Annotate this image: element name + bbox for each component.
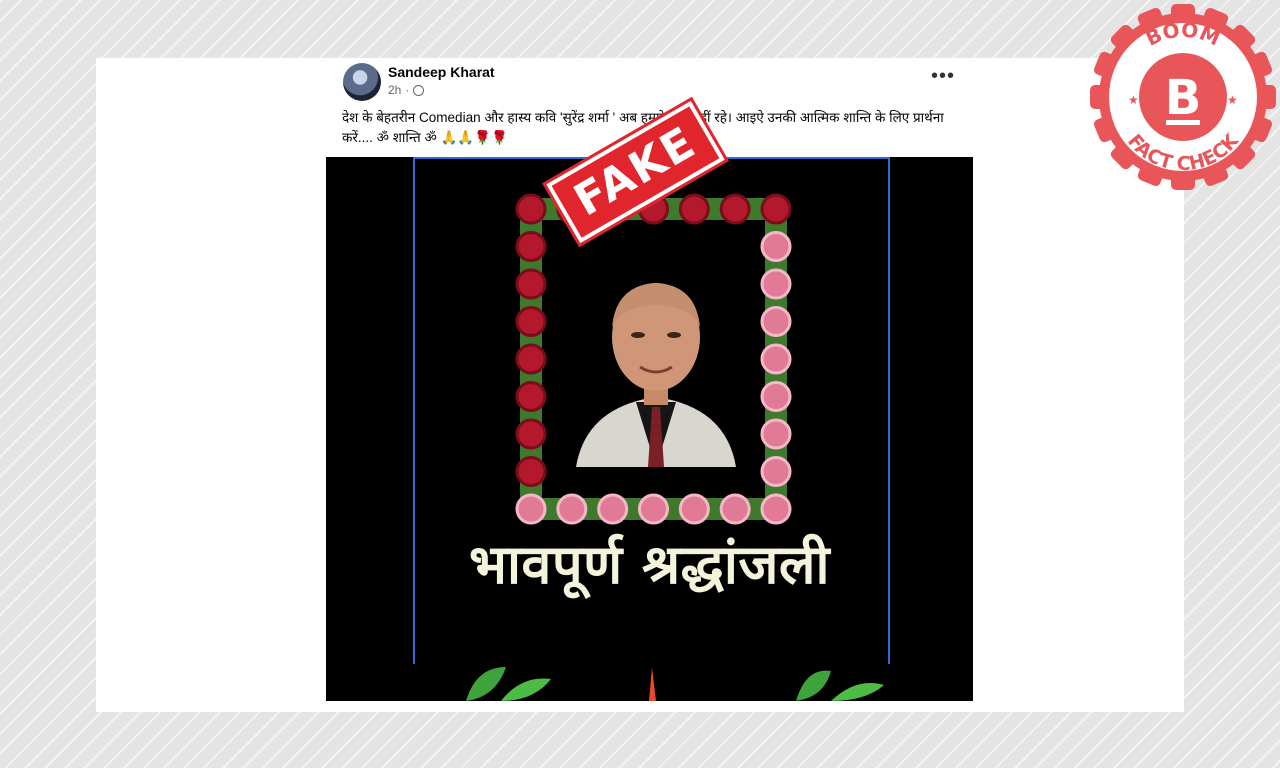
- rose: [760, 343, 792, 375]
- post-time[interactable]: 2h: [388, 83, 401, 97]
- rose: [515, 231, 547, 262]
- rose: [760, 268, 792, 300]
- rose: [678, 493, 710, 525]
- badge-cog-tooth: [1254, 85, 1276, 109]
- rose: [678, 193, 710, 225]
- rose: [760, 456, 792, 487]
- rose: [556, 493, 588, 525]
- rose: [760, 193, 792, 225]
- rose: [760, 493, 792, 525]
- post-meta: 2h ·: [388, 83, 425, 97]
- rose: [515, 493, 547, 525]
- rose: [515, 418, 547, 450]
- rose: [515, 193, 547, 225]
- rose: [515, 456, 547, 487]
- post-image[interactable]: भावपूर्ण श्रद्धांजली: [326, 157, 973, 701]
- rose: [719, 193, 751, 225]
- separator: ·: [405, 83, 410, 97]
- badge-underline: [1166, 120, 1200, 125]
- portrait-photo: [566, 267, 746, 467]
- rose: [760, 418, 792, 450]
- globe-icon: [413, 84, 425, 96]
- rose: [760, 231, 792, 262]
- rose: [515, 268, 547, 300]
- rose: [760, 306, 792, 337]
- boom-fact-check-badge: BOOM FACT CHECK B ★ ★: [1090, 4, 1276, 190]
- badge-star-left: ★: [1128, 93, 1139, 107]
- rose: [638, 493, 669, 525]
- badge-cog-tooth: [1090, 85, 1112, 109]
- badge-letter: B: [1165, 70, 1202, 126]
- author-name[interactable]: Sandeep Kharat: [388, 64, 495, 80]
- rose: [515, 306, 547, 337]
- decorative-leaves: [466, 667, 884, 701]
- avatar[interactable]: [343, 63, 381, 101]
- rose: [515, 343, 547, 375]
- rose: [719, 493, 751, 525]
- rose: [597, 493, 629, 525]
- tribute-text: भावपूर्ण श्रद्धांजली: [468, 533, 830, 596]
- rose: [760, 381, 792, 412]
- rose: [515, 381, 547, 412]
- badge-star-right: ★: [1227, 93, 1238, 107]
- more-options-icon[interactable]: •••: [931, 66, 955, 86]
